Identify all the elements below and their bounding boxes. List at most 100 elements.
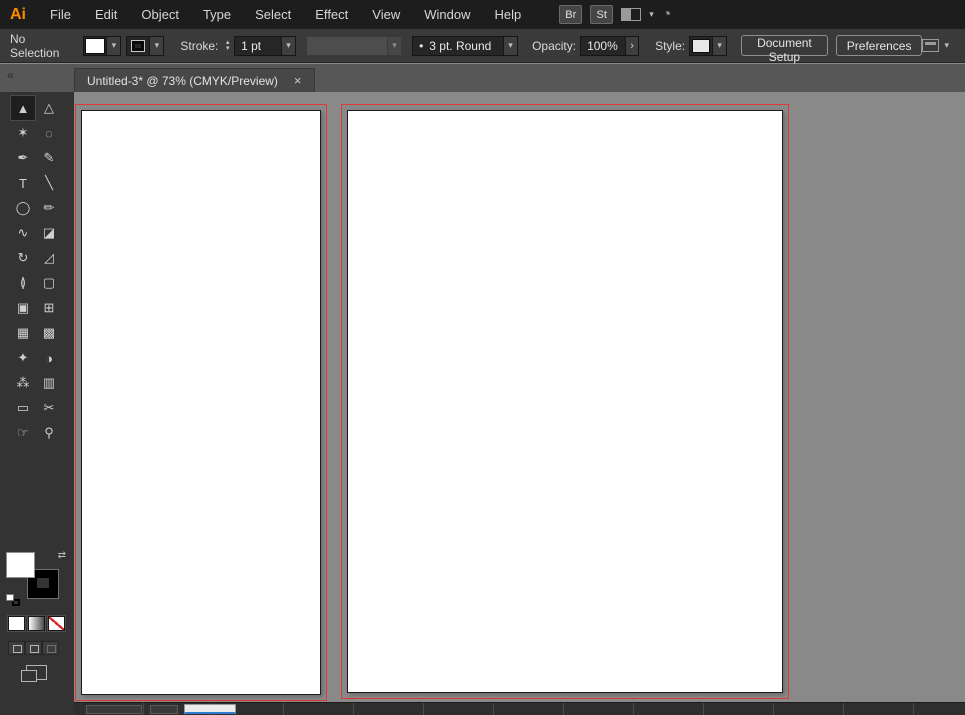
blend-tool-icon: ◑ <box>45 350 53 366</box>
type-tool[interactable]: T <box>11 171 35 195</box>
shaper-tool-icon: ∿ <box>17 225 29 240</box>
artboard-1-page[interactable] <box>81 110 321 695</box>
illustrator-logo: Ai <box>10 5 26 23</box>
menu-window[interactable]: Window <box>412 0 482 29</box>
column-graph-tool-icon: ▥ <box>42 375 56 390</box>
curvature-tool[interactable]: ✎ <box>37 146 61 170</box>
chevron-down-icon: ▾ <box>392 40 397 50</box>
type-tool-icon: T <box>19 175 27 191</box>
artboard-2-page[interactable] <box>347 110 783 693</box>
chevron-down-icon: ▾ <box>111 40 117 50</box>
free-transform-tool[interactable]: ▢ <box>37 271 61 295</box>
symbol-sprayer-tool-icon: ⁂ <box>16 375 30 390</box>
draw-normal-button[interactable] <box>8 641 25 655</box>
menu-edit[interactable]: Edit <box>83 0 129 29</box>
artboard-tool[interactable]: ▭ <box>11 396 35 420</box>
opacity-label[interactable]: Opacity: <box>532 39 576 53</box>
control-bar: No Selection ▾ ▾ Stroke: ▴ ▾ 1 pt ▾ ▾ • … <box>0 29 965 64</box>
shape-builder-tool-icon: ▣ <box>16 300 30 315</box>
document-setup-button[interactable]: Document Setup <box>741 35 828 64</box>
perspective-grid-tool-icon: ⊞ <box>43 300 55 315</box>
variable-width-profile-dropdown[interactable]: • 3 pt. Round ▾ <box>412 35 519 56</box>
draw-behind-button[interactable] <box>25 641 42 655</box>
hand-tool[interactable]: ☞ <box>11 421 35 445</box>
menu-file[interactable]: File <box>38 0 83 29</box>
menu-view[interactable]: View <box>360 0 412 29</box>
preferences-button[interactable]: Preferences <box>835 35 923 56</box>
graphic-style-dropdown[interactable]: ▾ <box>689 35 728 56</box>
scale-tool[interactable]: ◿ <box>37 246 61 270</box>
lasso-tool[interactable]: ◌ <box>37 121 61 145</box>
gradient-tool-icon: ▩ <box>42 325 56 340</box>
default-fill-swatch <box>6 594 14 601</box>
draw-inside-button[interactable] <box>42 641 59 655</box>
swap-fill-stroke-icon[interactable]: ⇄ <box>58 550 66 561</box>
opacity-field[interactable]: 100% › <box>580 35 640 56</box>
column-graph-tool[interactable]: ▥ <box>37 371 61 395</box>
gradient-tool[interactable]: ▩ <box>37 321 61 345</box>
fill-color-indicator[interactable] <box>6 552 35 578</box>
bridge-button[interactable]: Br <box>559 5 583 24</box>
stroke-weight-dropdown[interactable]: 1 pt ▾ <box>234 35 297 56</box>
brush-definition-value <box>306 35 389 56</box>
drawing-mode-buttons <box>8 641 59 655</box>
main-menu: File Edit Object Type Select Effect View Window… <box>38 0 533 29</box>
chevron-down-icon[interactable]: ▾ <box>649 9 654 20</box>
paintbrush-tool-icon: ✏ <box>43 200 55 215</box>
width-tool-icon: ≬ <box>19 275 27 290</box>
stroke-label: Stroke: <box>180 38 219 53</box>
width-tool[interactable]: ≬ <box>11 271 35 295</box>
pen-tool-icon: ✒ <box>17 150 29 165</box>
artboard-1-bleed-guide <box>75 104 327 701</box>
stroke-weight-stepper[interactable]: ▴ ▾ <box>223 36 232 56</box>
blend-tool[interactable]: ◑ <box>37 346 61 370</box>
menu-select[interactable]: Select <box>243 0 303 29</box>
scale-tool-icon: ◿ <box>44 250 54 265</box>
zoom-tool[interactable]: ⚲ <box>37 421 61 445</box>
pen-tool[interactable]: ✒ <box>11 146 35 170</box>
gpu-performance-icon[interactable]: ◔ <box>662 6 672 23</box>
mesh-tool[interactable]: ▦ <box>11 321 35 345</box>
perspective-grid-tool[interactable]: ⊞ <box>37 296 61 320</box>
eraser-tool[interactable]: ◪ <box>37 221 61 245</box>
close-icon[interactable]: × <box>294 74 302 87</box>
menu-effect[interactable]: Effect <box>303 0 360 29</box>
shape-builder-tool[interactable]: ▣ <box>11 296 35 320</box>
stroke-color-dropdown[interactable]: ▾ <box>126 35 165 56</box>
collapse-panel-icon[interactable]: « <box>7 68 14 82</box>
color-button[interactable] <box>8 616 25 631</box>
selection-status: No Selection <box>10 31 60 60</box>
eyedropper-tool[interactable]: ✦ <box>11 346 35 370</box>
canvas[interactable] <box>74 92 965 702</box>
magic-wand-tool-icon: ✶ <box>17 125 29 140</box>
artboard-2-bleed-guide <box>341 104 789 699</box>
curvature-tool-icon: ✎ <box>43 150 55 165</box>
gradient-button[interactable] <box>28 616 45 631</box>
width-profile-icon: • <box>419 38 424 53</box>
slice-tool[interactable]: ✂ <box>37 396 61 420</box>
menu-object[interactable]: Object <box>129 0 191 29</box>
default-fill-stroke-icon[interactable] <box>6 594 20 606</box>
document-tab-title: Untitled-3* @ 73% (CMYK/Preview) <box>87 73 278 88</box>
selection-tool[interactable]: ▲ <box>10 95 36 121</box>
horizontal-scrollbar-thumb[interactable] <box>184 704 236 714</box>
rotate-tool[interactable]: ↻ <box>11 246 35 270</box>
none-button[interactable] <box>48 616 65 631</box>
workspace-switcher[interactable]: ▾ <box>922 39 949 52</box>
stock-button[interactable]: St <box>590 5 614 24</box>
paintbrush-tool[interactable]: ✏ <box>37 196 61 220</box>
stepper-down-icon: ▾ <box>225 44 230 52</box>
shaper-tool[interactable]: ∿ <box>11 221 35 245</box>
line-segment-tool[interactable]: ╲ <box>37 171 61 195</box>
menu-type[interactable]: Type <box>191 0 243 29</box>
fill-color-dropdown[interactable]: ▾ <box>83 35 122 56</box>
document-tab[interactable]: Untitled-3* @ 73% (CMYK/Preview) × <box>74 68 315 92</box>
symbol-sprayer-tool[interactable]: ⁂ <box>11 371 35 395</box>
arrange-documents-icon[interactable] <box>621 8 642 21</box>
change-screen-mode-button[interactable] <box>21 665 47 682</box>
magic-wand-tool[interactable]: ✶ <box>11 121 35 145</box>
ellipse-tool-icon: ◯ <box>15 200 31 215</box>
direct-selection-tool[interactable]: △ <box>37 96 61 120</box>
ellipse-tool[interactable]: ◯ <box>11 196 35 220</box>
menu-help[interactable]: Help <box>482 0 533 29</box>
